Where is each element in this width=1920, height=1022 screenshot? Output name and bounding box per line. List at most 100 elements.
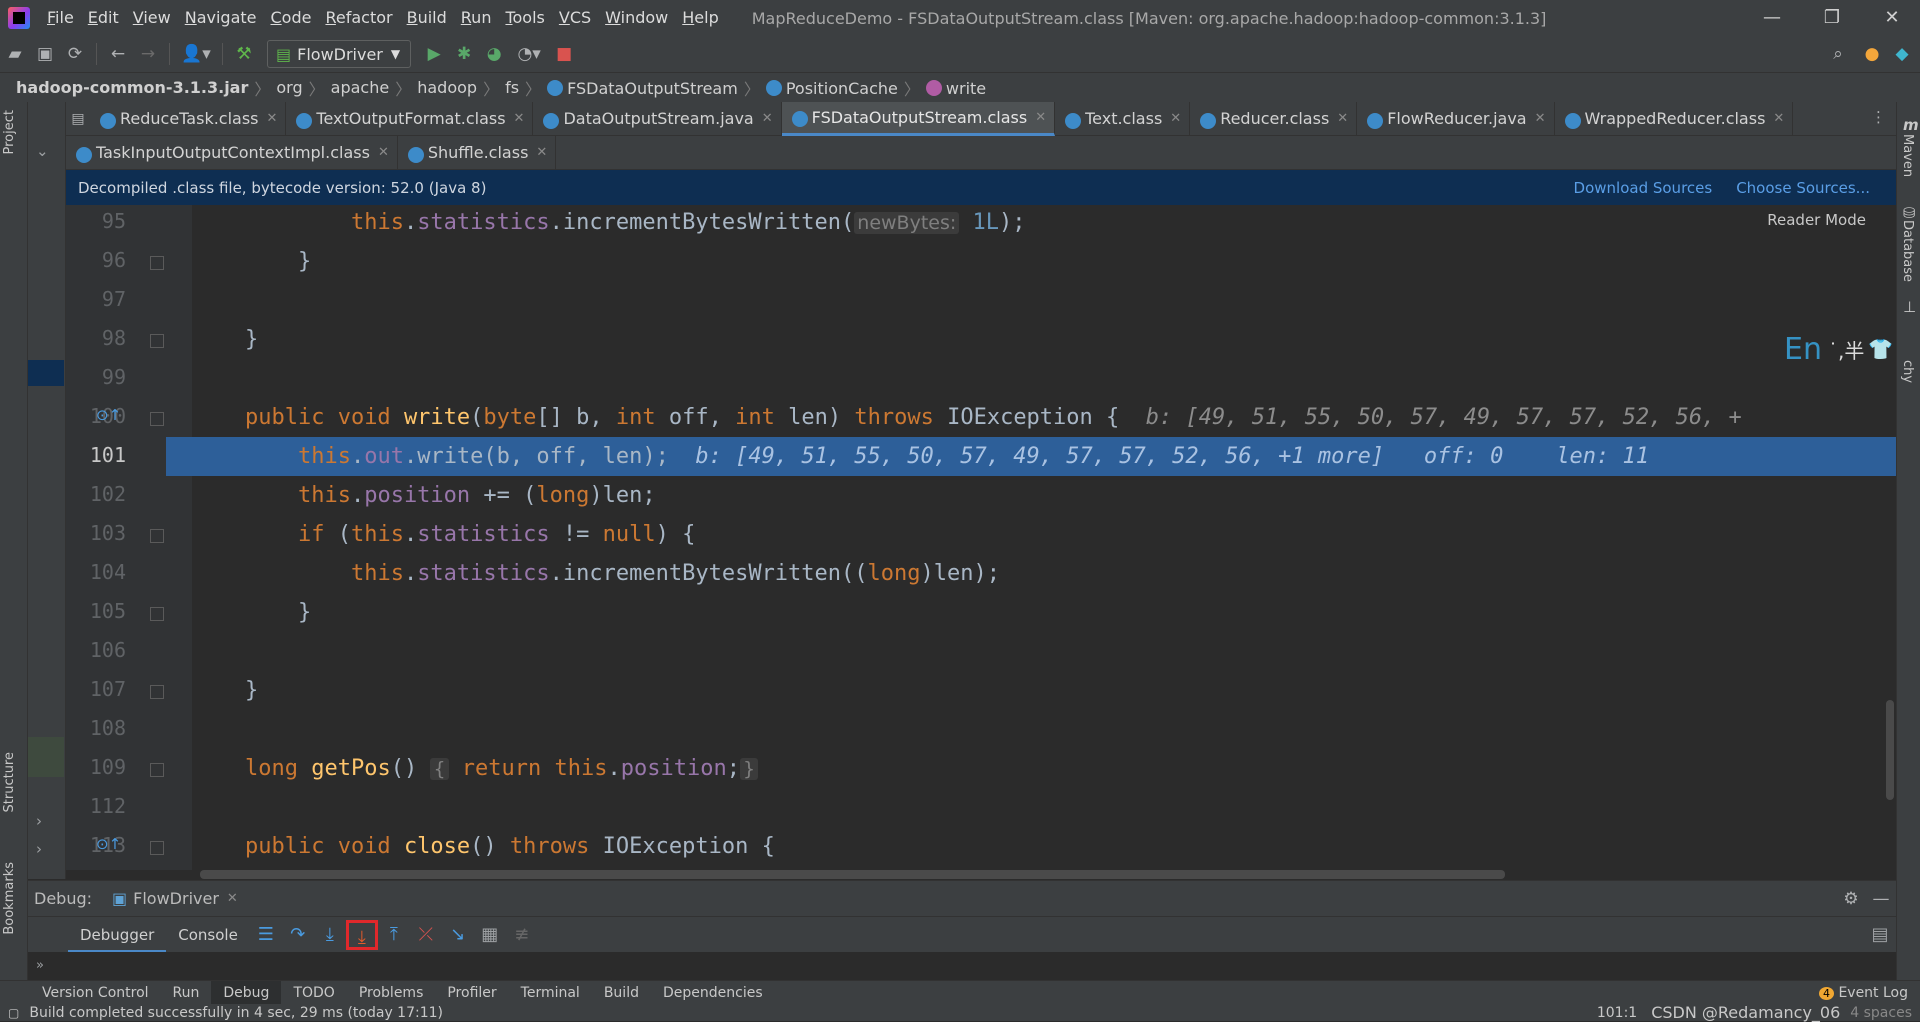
hierarchy-tool-button[interactable]: chy — [1900, 360, 1915, 383]
code-line[interactable] — [192, 359, 1896, 398]
stop-icon[interactable]: ■ — [549, 39, 579, 69]
close-icon[interactable]: ✕ — [1535, 111, 1546, 126]
toolwindow-todo[interactable]: TODO — [281, 981, 346, 1005]
code-line[interactable] — [192, 632, 1896, 671]
show-frames-icon[interactable]: ☰ — [250, 920, 282, 950]
breadcrumb-package-fs[interactable]: fs — [501, 78, 523, 97]
tab-taskinputoutputcontextimpl-class[interactable]: TaskInputOutputContextImpl.class ✕ — [66, 135, 398, 170]
choose-sources-link[interactable]: Choose Sources... — [1736, 179, 1870, 197]
line-number[interactable]: 97 — [66, 287, 126, 311]
force-step-into-icon[interactable]: ⤓ — [345, 919, 378, 950]
download-sources-link[interactable]: Download Sources — [1574, 179, 1713, 197]
breadcrumb-package-org[interactable]: org — [272, 78, 306, 97]
code-line[interactable] — [192, 281, 1896, 320]
breadcrumb-class[interactable]: FSDataOutputStream — [543, 78, 742, 98]
code-line[interactable]: if (this.statistics != null) { — [192, 515, 1896, 554]
vertical-scrollbar[interactable] — [1886, 700, 1894, 800]
code-line[interactable] — [192, 710, 1896, 749]
menu-refactor[interactable]: Refactor — [318, 0, 399, 36]
tab-wrappedreducer-class[interactable]: WrappedReducer.class ✕ — [1555, 101, 1794, 136]
menu-help[interactable]: Help — [675, 0, 725, 36]
menu-window[interactable]: Window — [598, 0, 675, 36]
line-number[interactable]: 101 — [66, 443, 126, 467]
line-number[interactable]: 98 — [66, 326, 126, 350]
cursor-position[interactable]: 101:1 — [1597, 1005, 1637, 1021]
tab-flowreducer-java[interactable]: FlowReducer.java ✕ — [1357, 101, 1555, 136]
menu-vcs[interactable]: VCS — [552, 0, 598, 36]
coverage-icon[interactable]: ◕ — [479, 39, 509, 69]
sync-icon[interactable]: ⟳ — [60, 39, 90, 69]
toolwindow-terminal[interactable]: Terminal — [509, 981, 592, 1005]
tab-textoutputformat-class[interactable]: TextOutputFormat.class ✕ — [286, 101, 534, 136]
indent-setting[interactable]: 4 spaces — [1850, 1005, 1912, 1021]
maven-tool-button[interactable]: Maven — [1900, 134, 1915, 177]
menu-code[interactable]: Code — [264, 0, 319, 36]
user-icon[interactable]: 👤▾ — [176, 39, 216, 69]
back-arrow-icon[interactable]: ← — [103, 39, 133, 69]
tab-shuffle-class[interactable]: Shuffle.class ✕ — [398, 135, 557, 170]
line-number[interactable]: 105 — [66, 599, 126, 623]
forward-arrow-icon[interactable]: → — [133, 39, 163, 69]
menu-run[interactable]: Run — [454, 0, 499, 36]
current-code-line[interactable]: this.out.write(b, off, len); b: [49, 51,… — [192, 437, 1896, 476]
close-window-button[interactable]: ✕ — [1864, 0, 1920, 36]
code-line[interactable] — [192, 788, 1896, 827]
run-to-cursor-icon[interactable]: ↘ — [442, 920, 474, 950]
breadcrumb-package-hadoop[interactable]: hadoop — [413, 78, 481, 97]
debug-bug-icon[interactable]: ✱ — [449, 39, 479, 69]
chevron-right-icon[interactable]: › — [36, 840, 42, 858]
gear-icon[interactable]: ⚙ — [1836, 884, 1866, 914]
breadcrumb-package-apache[interactable]: apache — [327, 78, 394, 97]
fold-marker-icon[interactable] — [150, 256, 164, 270]
line-number[interactable]: 102 — [66, 482, 126, 506]
close-icon[interactable]: ✕ — [1170, 111, 1181, 126]
horizontal-scrollbar[interactable] — [200, 870, 1505, 879]
menu-view[interactable]: View — [126, 0, 178, 36]
layout-icon[interactable]: ▤ — [1864, 920, 1896, 950]
close-icon[interactable]: ✕ — [1773, 111, 1784, 126]
breadcrumb-inner-class[interactable]: PositionCache — [762, 78, 902, 98]
toolwindow-version-control[interactable]: Version Control — [30, 981, 161, 1005]
update-icon[interactable]: ● — [1857, 39, 1887, 69]
code-line[interactable]: } — [192, 242, 1896, 281]
event-log-button[interactable]: 4 Event Log — [1807, 981, 1920, 1005]
tab-fsdataoutputstream-class[interactable]: FSDataOutputStream.class ✕ — [781, 101, 1056, 136]
close-icon[interactable]: ✕ — [1337, 111, 1348, 126]
breadcrumb-jar[interactable]: hadoop-common-3.1.3.jar — [12, 78, 252, 97]
database-tool-button[interactable]: Database — [1900, 220, 1915, 282]
fold-marker-icon[interactable] — [150, 529, 164, 543]
menu-edit[interactable]: Edit — [81, 0, 126, 36]
fold-marker-icon[interactable] — [150, 841, 164, 855]
search-icon[interactable]: ⌕ — [1823, 39, 1853, 69]
line-number[interactable]: 106 — [66, 638, 126, 662]
close-icon[interactable]: ✕ — [378, 145, 389, 160]
code-line[interactable]: public void write(byte[] b, int off, int… — [192, 398, 1896, 437]
close-icon[interactable]: ✕ — [762, 111, 773, 126]
override-marker-icon[interactable]: ⊙↑ — [96, 835, 121, 853]
close-icon[interactable]: ✕ — [267, 111, 278, 126]
close-icon[interactable]: ✕ — [227, 891, 238, 906]
code-line[interactable]: this.statistics.incrementBytesWritten((l… — [192, 554, 1896, 593]
line-number[interactable]: 95 — [66, 209, 126, 233]
open-folder-icon[interactable]: ▰ — [0, 39, 30, 69]
code-line[interactable]: } — [192, 320, 1896, 359]
reader-mode-button[interactable]: Reader Mode — [1767, 211, 1866, 229]
line-number[interactable]: 104 — [66, 560, 126, 584]
override-marker-icon[interactable]: ⊙↑ — [96, 406, 121, 424]
more-tabs-icon[interactable]: ⋮ — [1871, 108, 1886, 126]
fold-marker-icon[interactable] — [150, 763, 164, 777]
chevron-right-icon[interactable]: › — [36, 812, 42, 830]
project-tool-button[interactable]: Project — [2, 110, 17, 154]
close-icon[interactable]: ✕ — [514, 111, 525, 126]
breadcrumb-method[interactable]: write — [922, 78, 990, 98]
menu-build[interactable]: Build — [400, 0, 454, 36]
trace-icon[interactable]: ≢ — [506, 920, 538, 950]
fold-marker-icon[interactable] — [150, 685, 164, 699]
tab-dataoutputstream-java[interactable]: DataOutputStream.java ✕ — [533, 101, 782, 136]
line-number[interactable]: 96 — [66, 248, 126, 272]
save-all-icon[interactable]: ▣ — [30, 39, 60, 69]
tab-reducetask-class[interactable]: ReduceTask.class ✕ — [90, 101, 287, 136]
tab-reducer-class[interactable]: Reducer.class ✕ — [1190, 101, 1358, 136]
step-over-icon[interactable]: ↷ — [282, 920, 314, 950]
toolwindow-run[interactable]: Run — [161, 981, 212, 1005]
